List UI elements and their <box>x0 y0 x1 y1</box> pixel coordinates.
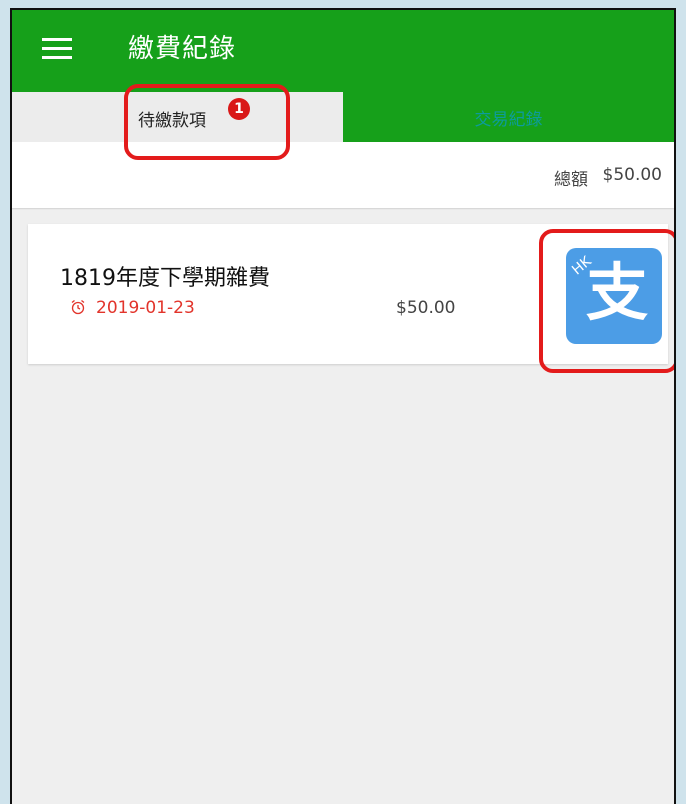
total-summary: 總額 $50.00 <box>12 142 674 208</box>
highlight-callout-pay-button <box>539 229 674 373</box>
tab-transaction-history[interactable]: 交易紀錄 <box>343 92 674 142</box>
tab-history-label: 交易紀錄 <box>474 109 543 130</box>
due-date: 2019-01-23 <box>96 298 195 318</box>
menu-icon[interactable] <box>42 38 74 60</box>
total-label: 總額 <box>554 170 588 190</box>
page-title: 繳費紀錄 <box>128 34 237 64</box>
app-bar: 繳費紀錄 <box>12 10 674 92</box>
bill-title: 1819年度下學期雜費 <box>60 266 270 291</box>
total-amount: $50.00 <box>602 165 662 185</box>
alarm-clock-icon <box>71 299 85 315</box>
bill-amount: $50.00 <box>396 298 456 318</box>
tab-bar: 待繳款項 1 交易紀錄 <box>12 92 674 142</box>
app-screen: 繳費紀錄 待繳款項 1 交易紀錄 總額 $50.00 1819年度下學期雜費 2… <box>10 8 676 804</box>
highlight-callout-tab <box>124 84 290 160</box>
